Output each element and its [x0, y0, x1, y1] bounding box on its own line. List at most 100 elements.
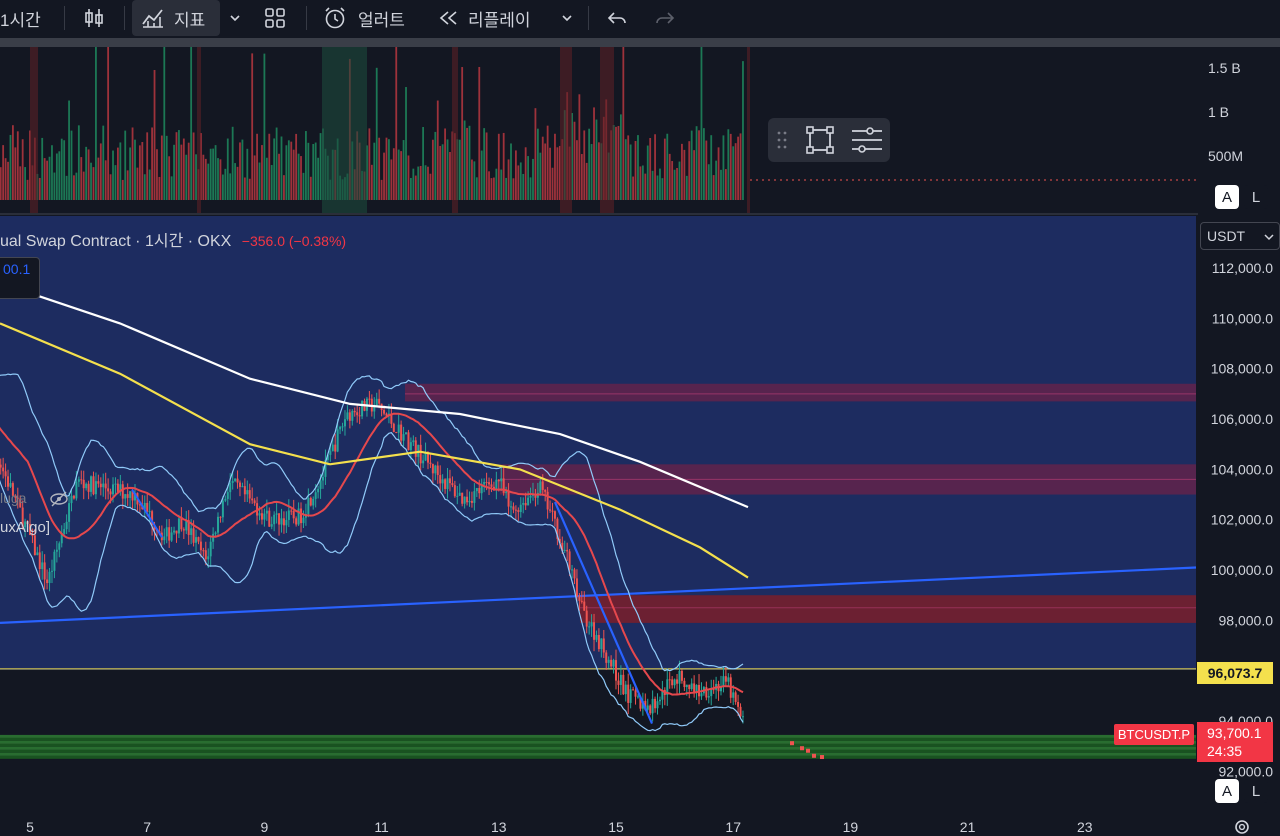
- volume-bar: [468, 125, 471, 200]
- volume-bar: [544, 143, 547, 200]
- volume-bar: [700, 47, 703, 200]
- indicator-legend-2[interactable]: uxAlgo]: [0, 519, 50, 536]
- bar-countdown: 24:35: [1207, 743, 1243, 759]
- candle-body: [695, 684, 698, 692]
- line-settings-icon[interactable]: [850, 125, 884, 155]
- chevron-down-icon: [562, 15, 572, 22]
- log-scale-button-price[interactable]: L: [1244, 779, 1268, 803]
- log-scale-button-volume[interactable]: L: [1244, 185, 1268, 209]
- volume-bar: [617, 125, 620, 200]
- replay-dropdown-button[interactable]: [560, 0, 578, 36]
- volume-bar: [402, 140, 405, 200]
- volume-bar: [419, 165, 422, 200]
- candle-body: [436, 465, 439, 476]
- candle-body: [53, 551, 56, 571]
- future-marker: [806, 748, 810, 753]
- candle-body: [583, 601, 586, 611]
- candle-body: [507, 491, 510, 507]
- volume-bar: [204, 158, 207, 200]
- volume-bar: [300, 156, 302, 200]
- currency-select[interactable]: USDT: [1200, 222, 1280, 250]
- indicators-button[interactable]: 지표: [132, 0, 220, 36]
- volume-bar: [488, 171, 490, 200]
- layouts-button[interactable]: [264, 0, 290, 36]
- volume-bar: [615, 126, 617, 200]
- candle-body: [258, 513, 261, 516]
- timeframe-button[interactable]: 1시간: [0, 0, 52, 36]
- volume-bar: [180, 144, 183, 200]
- volume-bar: [724, 169, 727, 200]
- candle-body: [517, 510, 520, 512]
- eye-off-icon[interactable]: [48, 490, 70, 508]
- volume-bar: [639, 166, 642, 200]
- volume-bar: [483, 128, 486, 200]
- volume-bar: [95, 47, 97, 201]
- volume-bar: [297, 153, 300, 200]
- volume-bar: [207, 163, 210, 200]
- candle-body: [395, 431, 398, 433]
- volume-bar: [0, 167, 2, 200]
- volume-bar: [395, 47, 398, 201]
- undo-button[interactable]: [606, 0, 628, 36]
- volume-highlight: [600, 47, 614, 214]
- candle-body: [241, 486, 244, 488]
- candle-body: [434, 465, 437, 474]
- legend-price-box[interactable]: 00.1: [0, 257, 40, 299]
- volume-bar: [192, 132, 195, 200]
- volume-bar: [444, 128, 446, 200]
- candle-body: [204, 550, 207, 560]
- replay-button[interactable]: 리플레이: [436, 0, 546, 36]
- candle-body: [65, 521, 68, 530]
- volume-bar: [668, 153, 671, 200]
- volume-bar: [309, 176, 312, 200]
- volume-bar: [622, 47, 625, 201]
- volume-bar: [153, 70, 156, 200]
- volume-bar: [158, 176, 161, 200]
- volume-bar: [19, 166, 22, 200]
- candle-body: [351, 410, 354, 421]
- indicator-legend-1[interactable]: luga: [0, 490, 68, 507]
- redo-button[interactable]: [654, 0, 676, 36]
- volume-highlight: [30, 47, 38, 214]
- candle-body: [624, 684, 627, 695]
- candle-body: [610, 659, 613, 667]
- chart-canvas[interactable]: 112,000.0 110,000.0 108,000.0 106,000.0 104,…: [0, 47, 1280, 836]
- candle-body: [710, 689, 713, 697]
- volume-bar: [275, 127, 278, 200]
- volume-bar: [43, 158, 46, 200]
- price-change: −356.0 (−0.38%): [241, 233, 347, 249]
- volume-bar: [368, 128, 371, 200]
- rectangle-tool-icon[interactable]: [805, 125, 835, 155]
- resistance-zone-top: [405, 383, 1196, 402]
- volume-bar: [629, 144, 632, 200]
- candle-body: [451, 483, 454, 486]
- volume-bar: [536, 128, 539, 200]
- volume-bar: [414, 175, 417, 200]
- volume-highlight: [197, 47, 201, 214]
- volume-bar: [390, 159, 393, 200]
- timeframe-label: 1시간: [0, 10, 41, 30]
- alert-button[interactable]: 얼러트: [322, 0, 417, 36]
- drag-handle-icon[interactable]: [777, 130, 787, 150]
- candle-body: [168, 527, 171, 541]
- candle-body: [85, 483, 88, 489]
- volume-bar: [654, 134, 656, 200]
- auto-scale-button-volume[interactable]: A: [1215, 185, 1239, 209]
- volume-bar: [659, 168, 661, 200]
- candle-body: [87, 483, 90, 492]
- volume-bar: [524, 147, 527, 200]
- chart-type-button[interactable]: [82, 0, 108, 36]
- candle-body: [634, 690, 637, 697]
- candle-body: [483, 482, 486, 485]
- redo-icon: [656, 12, 675, 24]
- candle-body: [43, 562, 46, 580]
- candle-body: [734, 692, 737, 702]
- candle-body: [177, 518, 180, 534]
- indicators-dropdown-button[interactable]: [228, 0, 248, 36]
- volume-bar: [478, 66, 481, 200]
- gear-icon[interactable]: [1232, 817, 1252, 836]
- candle-body: [448, 478, 451, 484]
- volume-bar: [624, 139, 627, 200]
- time-tick-label: 11: [374, 819, 389, 835]
- auto-scale-button-price[interactable]: A: [1215, 779, 1239, 803]
